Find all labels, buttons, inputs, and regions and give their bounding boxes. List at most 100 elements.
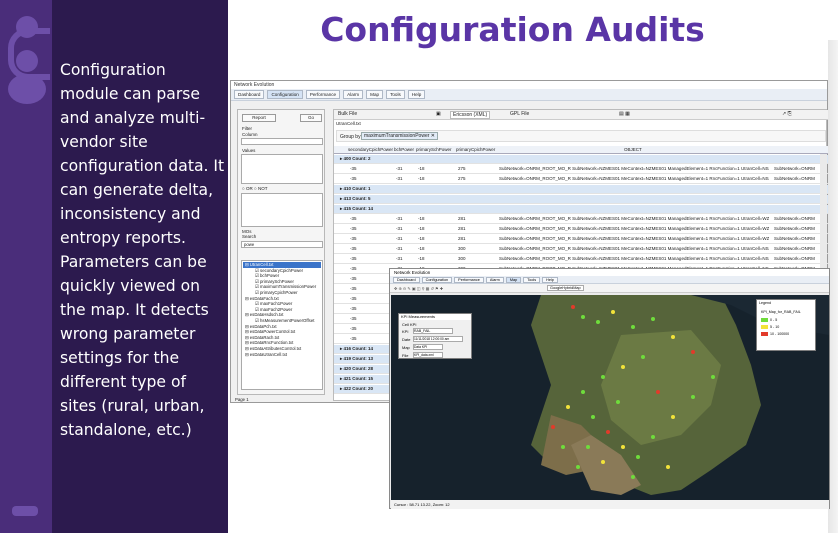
legend-panel: Legend KPI_Map_for_RAB_FAIL 0 - 5 5 - 10 1… [756,299,816,351]
column-header[interactable]: primaryCpichPower [456,146,495,154]
tab-tools[interactable]: Tools [386,90,405,99]
legend-label: 10 - 100000 [770,332,790,336]
map-tab-tools[interactable]: Tools [523,276,541,283]
site-marker-icon[interactable] [711,375,715,379]
site-marker-icon[interactable] [561,445,565,449]
site-marker-icon[interactable] [636,455,640,459]
file-tab[interactable]: UtranCell.txt [336,121,361,126]
map-tab-dashboard[interactable]: Dashboard [393,276,420,283]
map-tab-configuration[interactable]: Configuration [421,276,453,283]
site-marker-icon[interactable] [621,365,625,369]
map-tab-alarm[interactable]: Alarm [485,276,504,283]
site-marker-icon[interactable] [621,445,625,449]
not-radio-icon[interactable]: ○ [254,186,257,191]
group-row[interactable]: ▸ 415 Count: 14 [334,205,828,214]
site-marker-icon[interactable] [611,310,615,314]
group-row[interactable]: ▸ 413 Count: 5 [334,195,828,204]
export-icon[interactable]: ↗ ⎘ [782,111,792,117]
tab-configuration[interactable]: Configuration [267,90,303,99]
or-radio-icon[interactable]: ○ [242,186,245,191]
table-cell: -35 [350,216,357,221]
site-marker-icon[interactable] [576,465,580,469]
group-row[interactable]: ▸ 400 Count: 2 [334,155,828,164]
site-marker-icon[interactable] [631,325,635,329]
column-header[interactable]: bchPower [394,146,414,154]
column-header[interactable]: secondaryCpichPower [348,146,393,154]
site-marker-icon[interactable] [671,415,675,419]
site-marker-icon[interactable] [601,375,605,379]
legend-item: 10 - 100000 [761,332,789,337]
site-marker-icon[interactable] [566,405,570,409]
site-marker-icon[interactable] [666,465,670,469]
table-row[interactable]: -35 -31 -18 275 SubNetwork=ONRM_ROOT_MO_R Su… [334,175,828,184]
tab-dashboard[interactable]: Dashboard [234,90,265,99]
group-by-label: Group by: [340,134,362,140]
map-select[interactable]: Data KPI [413,344,443,350]
site-marker-icon[interactable] [671,335,675,339]
site-marker-icon[interactable] [631,475,635,479]
kpi-select[interactable]: RAB_FAIL [413,328,453,334]
report-button[interactable]: Report [242,114,276,122]
table-row[interactable]: -35 -31 -18 281 SubNetwork=ONRM_ROOT_MO_R Su… [334,215,828,224]
object-cell: SubNetwork=ONRM [774,216,815,221]
table-cell: -35 [350,176,357,181]
table-row[interactable]: -35 -31 -18 300 SubNetwork=ONRM_ROOT_MO_R Su… [334,245,828,254]
site-marker-icon[interactable] [551,425,555,429]
go-button[interactable]: Go [300,114,322,122]
site-marker-icon[interactable] [606,430,610,434]
tab-performance[interactable]: Performance [305,90,341,99]
legend-label: 0 - 5 [770,318,778,322]
page-indicator[interactable]: Page 1 [235,397,249,402]
site-marker-icon[interactable] [616,400,620,404]
table-row[interactable]: -35 -31 -18 281 SubNetwork=ONRM_ROOT_MO_R Su… [334,225,828,234]
table-row[interactable]: -35 -31 -18 281 SubNetwork=ONRM_ROOT_MO_R Su… [334,235,828,244]
site-marker-icon[interactable] [581,390,585,394]
column-header[interactable]: OBJECT [624,146,642,154]
search-input[interactable]: powe [241,241,323,248]
map-tab-map[interactable]: Map [505,276,522,283]
tab-alarm[interactable]: Alarm [343,90,364,99]
folder-icon[interactable]: ▣ [436,111,441,117]
vendor-select[interactable]: Ericsson (XML) [450,111,491,119]
column-header[interactable]: primarySchPower [416,146,452,154]
site-marker-icon[interactable] [591,415,595,419]
values-input[interactable] [241,154,323,184]
tab-map[interactable]: Map [366,90,384,99]
site-marker-icon[interactable] [641,355,645,359]
map-tab-help[interactable]: Help [542,276,558,283]
site-marker-icon[interactable] [581,315,585,319]
legend-item: 0 - 5 [761,318,777,323]
object-cell: SubNetwork=ONRM_ROOT_MO_R SubNetwork=NZM… [499,256,769,261]
file-input[interactable]: KPI_data.xml [413,352,443,358]
site-marker-icon[interactable] [651,435,655,439]
map-layer-select[interactable]: GoogleHybridMap [547,285,584,291]
group-row[interactable]: ▸ 410 Count: 1 [334,185,828,194]
site-marker-icon[interactable] [601,460,605,464]
site-marker-icon[interactable] [571,305,575,309]
table-cell: -35 [350,256,357,261]
site-marker-icon[interactable] [596,320,600,324]
filter-values-box[interactable] [241,193,323,227]
group-by-chip[interactable]: maximumTransmissionPower ✕ [361,132,438,140]
site-marker-icon[interactable] [691,395,695,399]
tree-item[interactable]: ☑ hsMeasurementPowerOffset [243,318,321,324]
open-icon[interactable]: ▤ ▦ [619,111,630,117]
table-cell: 281 [458,226,466,231]
tab-help[interactable]: Help [407,90,426,99]
table-row[interactable]: -35 -31 -18 300 SubNetwork=ONRM_ROOT_MO_R Su… [334,255,828,264]
legend-item: 5 - 10 [761,325,779,330]
table-cell: 275 [458,176,466,181]
site-marker-icon[interactable] [586,445,590,449]
group-label: ▸ 410 Count: 1 [340,186,371,191]
map-tools-icon[interactable]: ✥ ⊕ ⊖ ✎ ▣ ◫ ⚲ ▦ ↺ ⚑ ✚ [394,286,443,291]
date-input[interactable]: 11/11/2018 12:00:00 am [413,336,463,342]
site-marker-icon[interactable] [651,317,655,321]
table-row[interactable]: -35 -31 -18 275 SubNetwork=ONRM_ROOT_MO_R Su… [334,165,828,174]
site-marker-icon[interactable] [691,350,695,354]
legend-layer: KPI_Map_for_RAB_FAIL [761,310,801,314]
site-marker-icon[interactable] [656,390,660,394]
tree-item[interactable]: ⊟ esDataUtranCell.txt [243,352,321,358]
map-tab-performance[interactable]: Performance [454,276,484,283]
column-select[interactable] [241,138,323,145]
table-cell: 300 [458,256,466,261]
